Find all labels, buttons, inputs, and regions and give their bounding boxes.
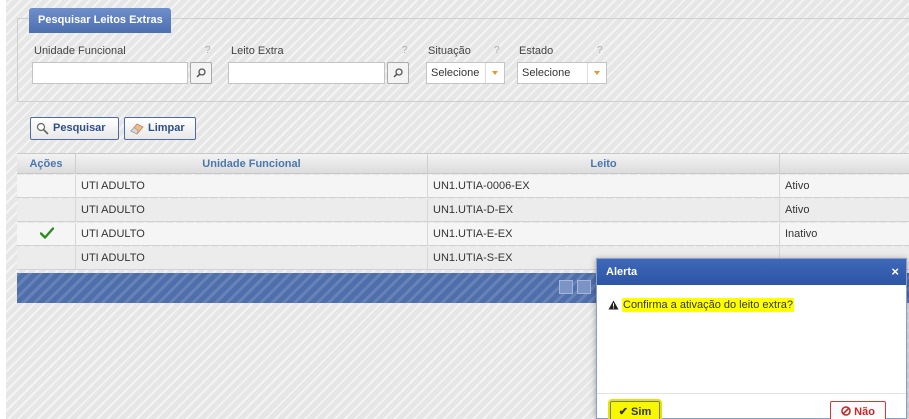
cell-leito: UN1.UTIA-D-EX — [428, 199, 780, 221]
cell-status: Ativo — [785, 204, 810, 216]
estado-label: Estado — [519, 45, 554, 57]
estado-select[interactable]: Selecione — [517, 62, 607, 84]
situacao-help-icon[interactable]: ? — [494, 45, 500, 56]
leito-extra-label: Leito Extra — [231, 45, 284, 57]
confirm-button-label: Sim — [631, 406, 652, 418]
block-icon — [841, 406, 851, 416]
situacao-selected: Selecione — [431, 67, 480, 79]
leito-extra-help-icon[interactable]: ? — [402, 45, 408, 56]
cancel-button[interactable]: Não — [830, 401, 886, 419]
row-actions[interactable] — [17, 199, 76, 221]
alert-dialog-header: Alerta × — [597, 259, 906, 285]
cell-status: Inativo — [785, 228, 818, 240]
alert-dialog: Alerta × Confirma a ativação do leito ex… — [596, 258, 907, 419]
table-row[interactable]: UTI ADULTO UN1.UTIA-E-EX Inativo — [17, 223, 909, 246]
pager-first-button[interactable] — [559, 280, 573, 294]
cell-unidade: UTI ADULTO — [76, 247, 428, 269]
search-panel-title: Pesquisar Leitos Extras — [29, 8, 171, 33]
alert-message: Confirma a ativação do leito extra? — [608, 298, 794, 312]
clear-button[interactable]: Limpar — [124, 117, 196, 140]
row-actions[interactable] — [17, 175, 76, 197]
table-row[interactable]: UTI ADULTO UN1.UTIA-D-EX Ativo — [17, 199, 909, 222]
col-header-situacao[interactable] — [780, 154, 909, 174]
unidade-funcional-help-icon[interactable]: ? — [205, 45, 211, 56]
col-header-unidade-funcional[interactable]: Unidade Funcional — [76, 154, 428, 174]
estado-help-icon[interactable]: ? — [597, 45, 603, 56]
situacao-select[interactable]: Selecione — [426, 62, 505, 84]
row-actions[interactable] — [17, 247, 76, 269]
alert-message-text: Confirma a ativação do leito extra? — [622, 298, 794, 312]
cell-leito: UN1.UTIA-E-EX — [428, 223, 780, 245]
alert-dialog-footer: ✔ Sim Não — [597, 393, 906, 419]
cell-leito: UN1.UTIA-0006-EX — [428, 175, 780, 197]
chevron-down-icon — [485, 63, 504, 83]
close-icon[interactable]: × — [891, 259, 899, 285]
cell-unidade: UTI ADULTO — [76, 223, 428, 245]
left-edge — [0, 0, 6, 419]
cell-unidade: UTI ADULTO — [76, 199, 428, 221]
estado-selected: Selecione — [522, 67, 571, 79]
warning-icon — [608, 300, 619, 310]
table-header: Ações Unidade Funcional Leito — [17, 153, 909, 174]
magnifier-icon — [393, 68, 403, 78]
search-icon — [36, 122, 49, 135]
col-header-leito[interactable]: Leito — [428, 154, 780, 174]
search-button[interactable]: Pesquisar — [30, 117, 119, 140]
leito-extra-lookup-button[interactable] — [387, 62, 409, 84]
confirm-button[interactable]: ✔ Sim — [608, 399, 662, 419]
alert-dialog-title: Alerta — [606, 266, 638, 278]
unidade-funcional-input[interactable] — [32, 62, 188, 84]
check-icon[interactable] — [40, 227, 54, 239]
search-button-label: Pesquisar — [53, 122, 106, 134]
col-header-acoes[interactable]: Ações — [17, 154, 76, 174]
chevron-down-icon — [587, 63, 606, 83]
unidade-funcional-lookup-button[interactable] — [190, 62, 212, 84]
leito-extra-input[interactable] — [228, 62, 385, 84]
eraser-icon — [130, 123, 144, 135]
cancel-button-label: Não — [854, 406, 875, 418]
cell-unidade: UTI ADULTO — [76, 175, 428, 197]
clear-button-label: Limpar — [148, 122, 185, 134]
check-icon: ✔ — [618, 406, 632, 418]
pager-prev-button[interactable] — [577, 280, 591, 294]
cell-status: Ativo — [785, 180, 810, 192]
situacao-label: Situação — [428, 45, 471, 57]
unidade-funcional-label: Unidade Funcional — [34, 45, 126, 57]
magnifier-icon — [196, 68, 206, 78]
table-row[interactable]: UTI ADULTO UN1.UTIA-0006-EX Ativo — [17, 175, 909, 198]
row-actions[interactable] — [17, 223, 76, 245]
